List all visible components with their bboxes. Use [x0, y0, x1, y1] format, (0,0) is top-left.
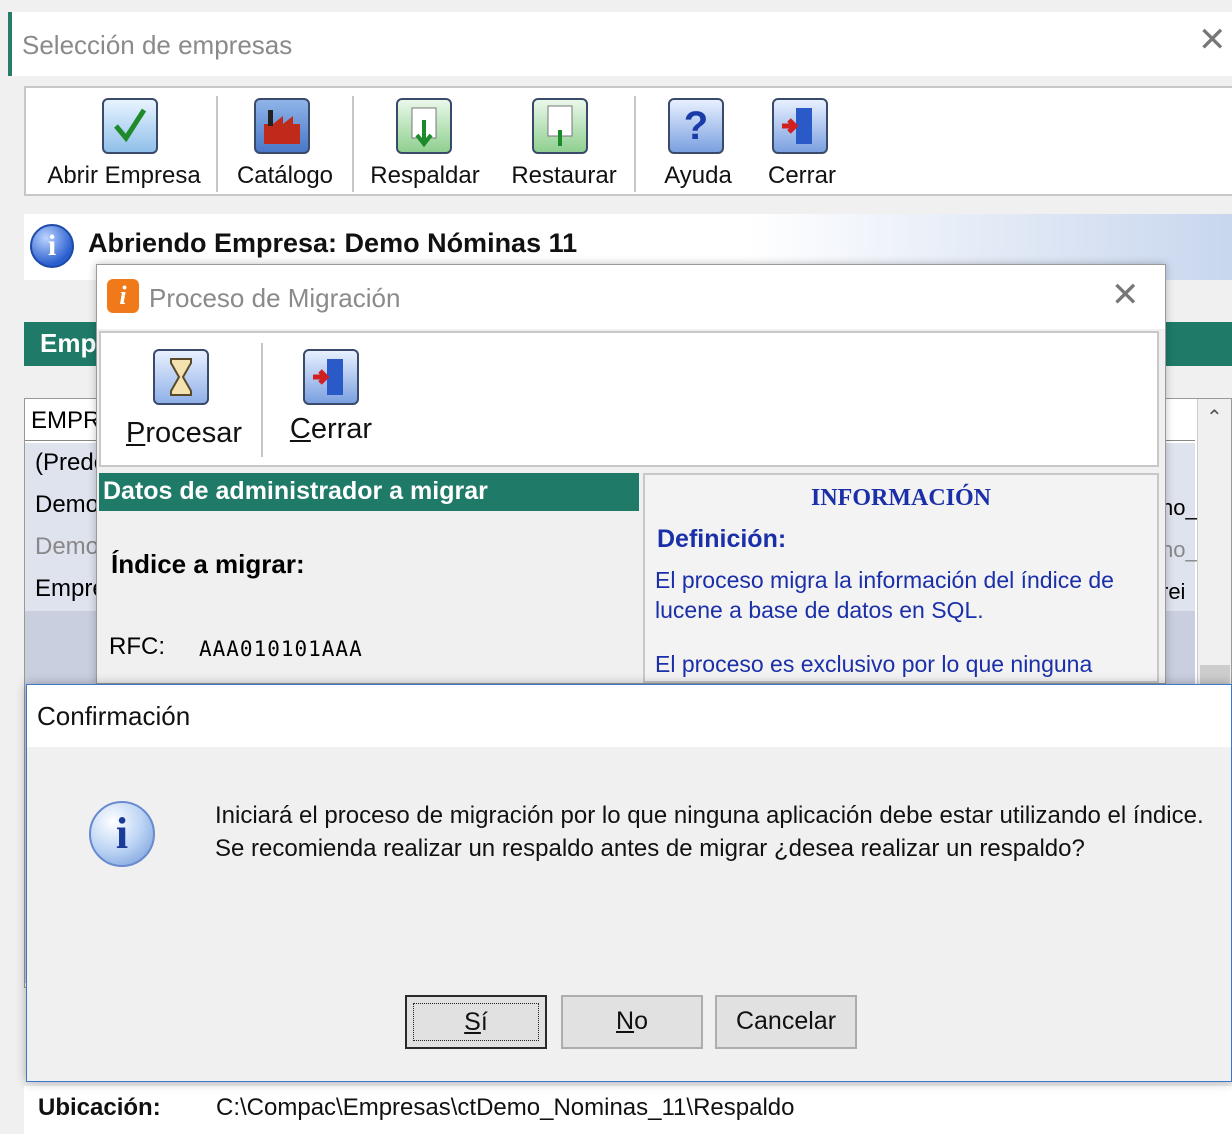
close-label: Cerrar	[767, 162, 836, 189]
rfc-label: RFC:	[109, 633, 165, 660]
index-label: Índice a migrar:	[111, 549, 305, 579]
toolbar-separator	[352, 96, 354, 192]
message-line: Iniciará el proceso de migración por lo …	[215, 802, 1204, 829]
migration-title: Proceso de Migración	[149, 283, 401, 313]
catalog-label: Catálogo	[236, 162, 334, 189]
location-label: Ubicación:	[38, 1094, 161, 1121]
close-icon[interactable]: ✕	[1111, 275, 1140, 315]
backup-icon	[396, 98, 452, 154]
confirmation-title: Confirmación	[37, 701, 191, 731]
location-path: C:\Compac\Empresas\ctDemo_Nominas_11\Res…	[216, 1094, 795, 1121]
info-text-line: El proceso migra la información del índi…	[655, 567, 1114, 593]
hourglass-icon	[153, 349, 209, 405]
help-label: Ayuda	[664, 162, 732, 189]
toolbar-separator	[261, 343, 263, 457]
backup-label: Respaldar	[370, 162, 480, 189]
confirmation-title-bar: Confirmación	[27, 685, 1231, 747]
main-window-title: Selección de empresas	[22, 30, 293, 60]
confirmation-dialog: Confirmación i Iniciará el proceso de mi…	[26, 684, 1232, 1082]
restore-icon	[532, 98, 588, 154]
rfc-value: AAA010101AAA	[199, 637, 363, 661]
admin-data-header: Datos de administrador a migrar	[99, 473, 639, 511]
backup-button[interactable]: Respaldar	[362, 88, 488, 194]
restore-button[interactable]: Restaurar	[500, 88, 628, 194]
app-logo-icon: i	[107, 279, 139, 313]
no-button[interactable]: No	[561, 995, 703, 1049]
message-line: Se recomienda realizar un respaldo antes…	[215, 835, 1085, 862]
confirmation-message: Iniciará el proceso de migración por lo …	[215, 799, 1204, 865]
restore-label: Restaurar	[511, 162, 617, 189]
process-label: Procesar	[125, 417, 243, 449]
close-button[interactable]: Cerrar	[754, 88, 850, 194]
main-toolbar: Abrir Empresa Catálogo Respaldar Restaur…	[24, 86, 1232, 196]
migration-title-bar: i Proceso de Migración ✕	[97, 265, 1165, 329]
exit-door-icon	[772, 98, 828, 154]
close-icon[interactable]: ✕	[1198, 20, 1227, 60]
status-message: Abriendo Empresa: Demo Nóminas 11	[88, 228, 578, 258]
close-label: Cerrar	[289, 413, 373, 445]
list-cell-fragment: no_	[1161, 495, 1198, 520]
info-icon: i	[30, 224, 74, 268]
location-bar: Ubicación: C:\Compac\Empresas\ctDemo_Nom…	[24, 1086, 1232, 1134]
toolbar-separator	[216, 96, 218, 192]
open-company-label: Abrir Empresa	[47, 162, 201, 189]
cancel-button[interactable]: Cancelar	[715, 995, 857, 1049]
process-button[interactable]: Procesar	[109, 333, 259, 463]
definition-label: Definición:	[657, 525, 787, 553]
section-header-label: Emp	[40, 328, 97, 358]
factory-icon	[254, 98, 310, 154]
exit-door-icon	[303, 349, 359, 405]
toolbar-separator	[634, 96, 636, 192]
close-migration-button[interactable]: Cerrar	[273, 333, 389, 463]
open-company-button[interactable]: Abrir Empresa	[44, 88, 204, 194]
chevron-up-icon[interactable]: ⌃	[1206, 405, 1223, 430]
help-icon: ?	[668, 98, 724, 154]
catalog-button[interactable]: Catálogo	[226, 88, 344, 194]
migration-dialog: i Proceso de Migración ✕ Procesar Cerrar…	[96, 264, 1166, 684]
list-cell-fragment: no_	[1161, 537, 1198, 562]
admin-data-panel: Datos de administrador a migrar Índice a…	[99, 473, 639, 683]
migration-toolbar: Procesar Cerrar	[99, 331, 1159, 467]
yes-button[interactable]: Sí	[405, 995, 547, 1049]
information-title: INFORMACIÓN	[811, 485, 991, 511]
checkmark-icon	[102, 98, 158, 154]
info-icon: i	[89, 801, 155, 867]
main-title-bar: Selección de empresas ✕	[8, 12, 1232, 76]
info-text-line: El proceso es exclusivo por lo que ningu…	[655, 651, 1093, 677]
information-panel: INFORMACIÓN Definición: El proceso migra…	[643, 473, 1159, 683]
info-text-line: lucene a base de datos en SQL.	[655, 597, 984, 623]
help-button[interactable]: ? Ayuda	[646, 88, 750, 194]
